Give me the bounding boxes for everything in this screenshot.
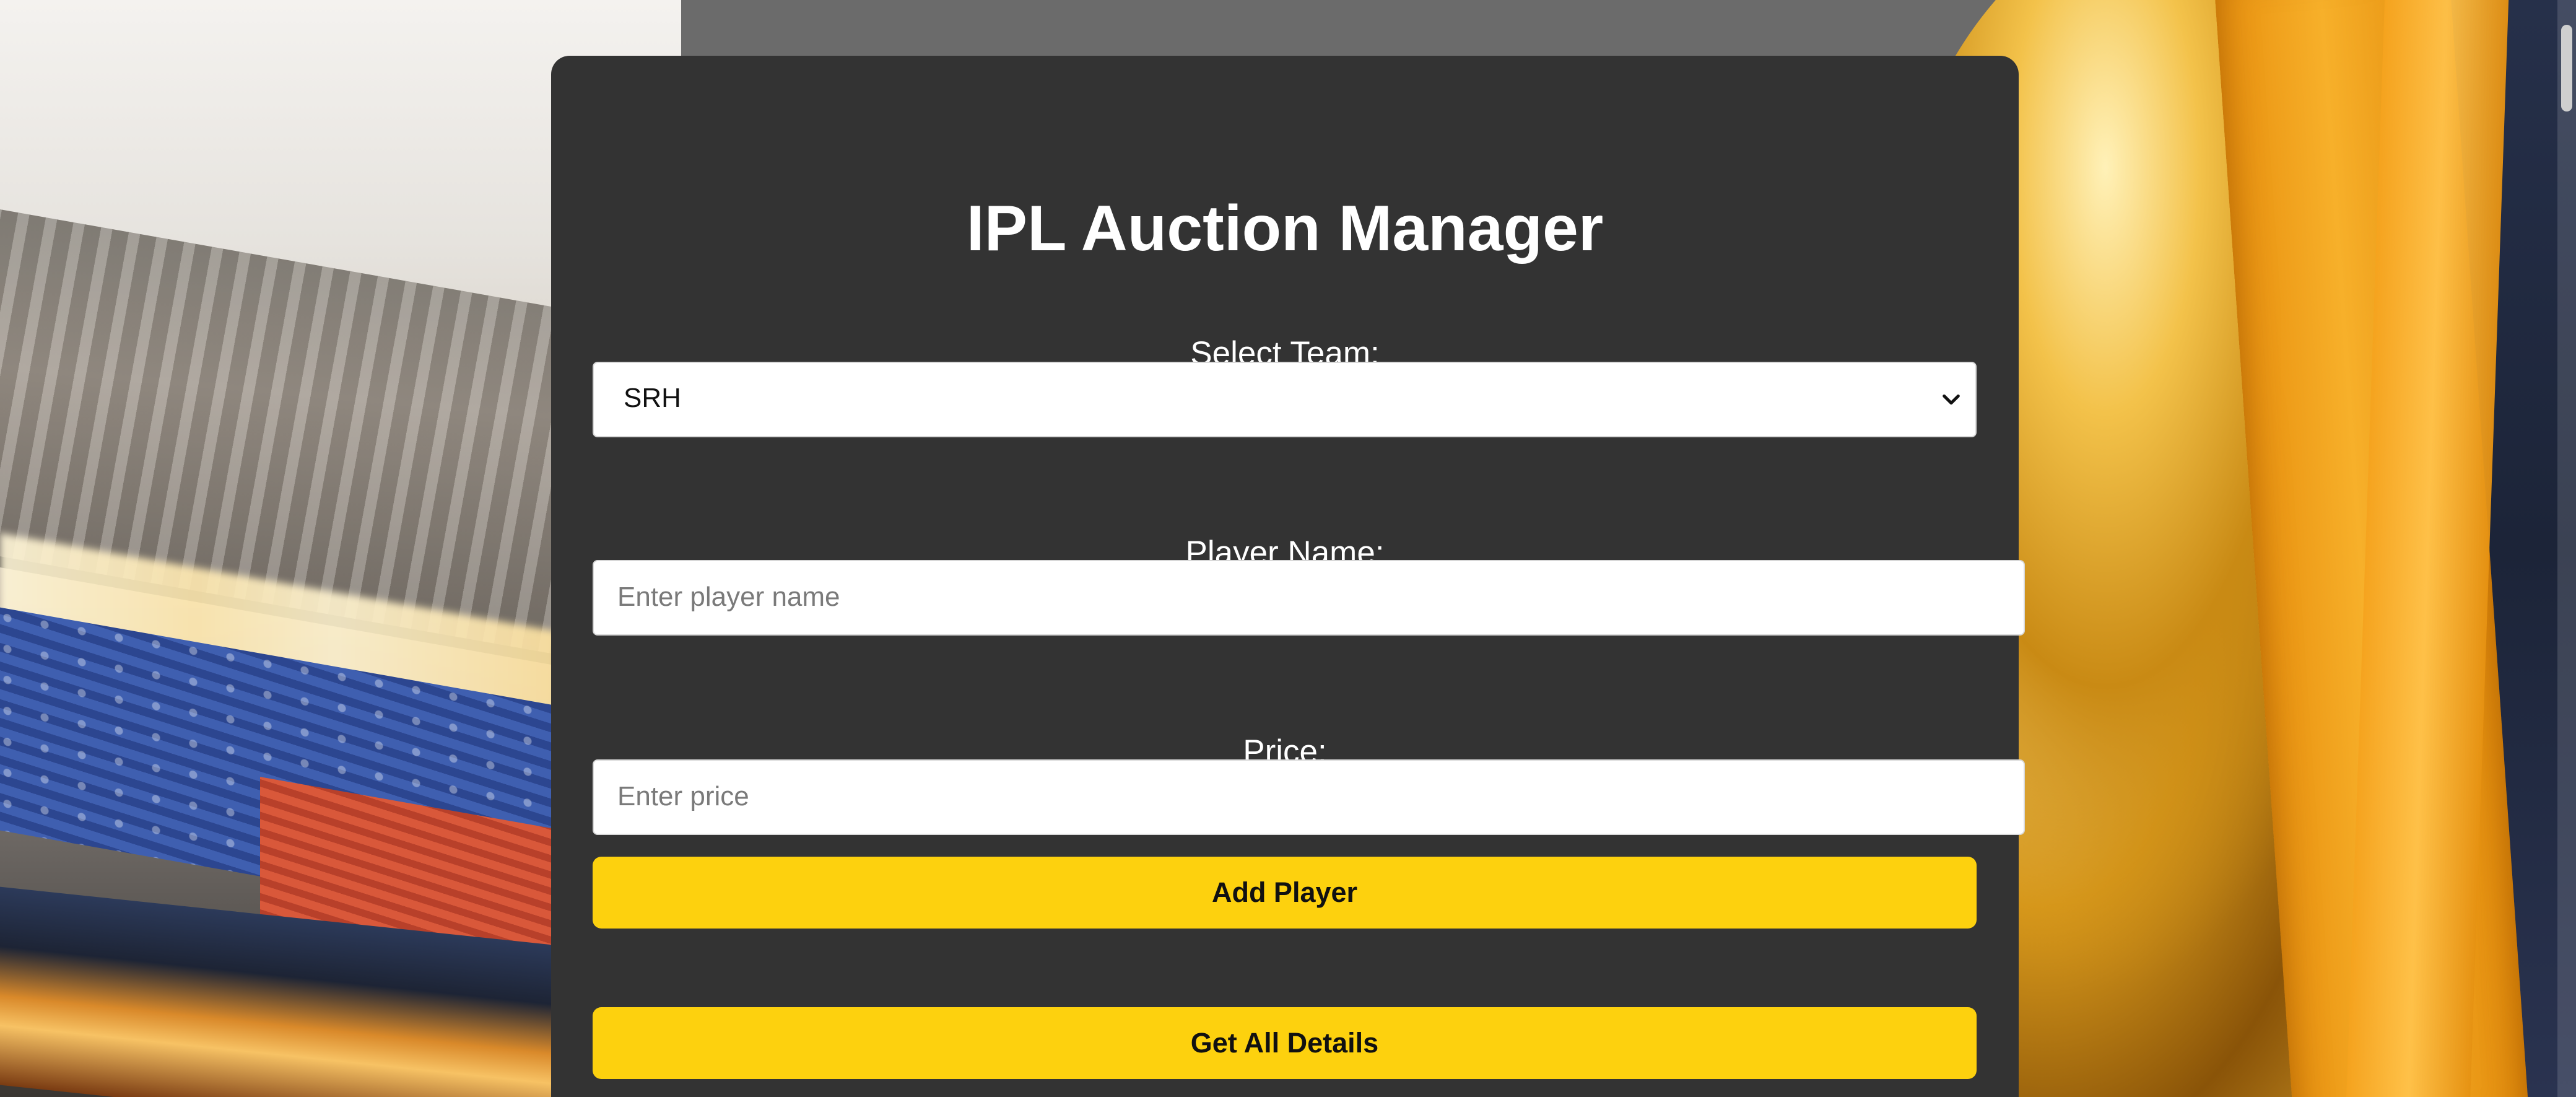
chevron-down-icon [1943,394,1960,405]
player-name-input[interactable]: Enter player name [593,560,2025,636]
price-input[interactable]: Enter price [593,759,2025,835]
page: IPL Auction Manager Select Team: SRH Pla… [0,0,2576,1097]
team-select[interactable]: SRH [593,362,1977,437]
team-select-value: SRH [624,383,681,413]
scrollbar-thumb[interactable] [2561,25,2572,111]
get-all-details-button[interactable]: Get All Details [593,1007,1977,1079]
add-player-button[interactable]: Add Player [593,857,1977,929]
scrollbar-track[interactable] [2557,0,2576,1097]
page-title: IPL Auction Manager [966,193,1604,264]
auction-form-card: IPL Auction Manager Select Team: SRH Pla… [551,56,2025,1097]
player-name-placeholder: Enter player name [617,582,840,612]
price-placeholder: Enter price [617,781,749,811]
